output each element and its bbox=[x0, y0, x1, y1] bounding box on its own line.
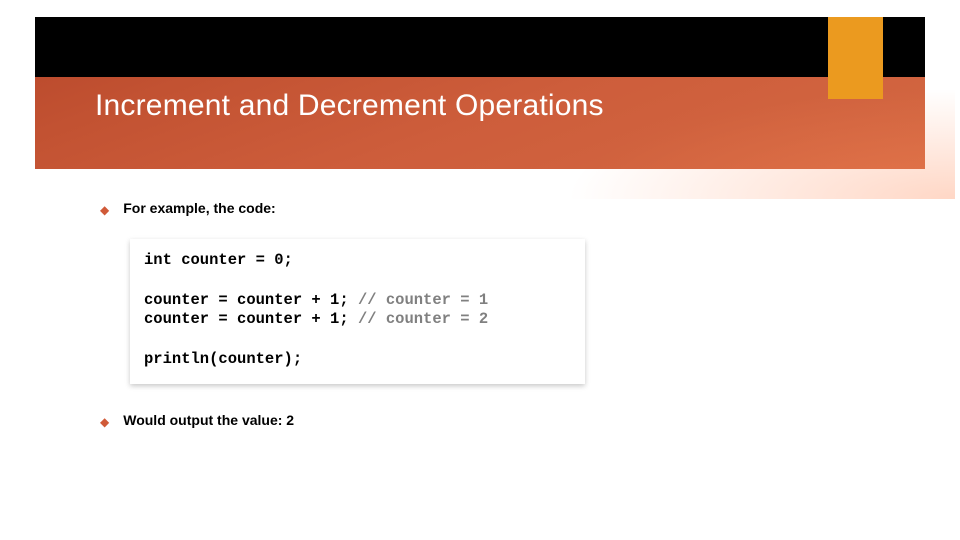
slide-title: Increment and Decrement Operations bbox=[95, 89, 604, 123]
code-text: counter = 0; bbox=[172, 251, 293, 269]
diamond-bullet-icon: ◆ bbox=[100, 413, 109, 431]
bullet-text: For example, the code: bbox=[123, 200, 275, 216]
code-comment: // counter = 2 bbox=[358, 310, 488, 328]
bullet-item: ◆ Would output the value: 2 bbox=[100, 412, 900, 431]
diamond-bullet-icon: ◆ bbox=[100, 201, 109, 219]
code-comment: // counter = 1 bbox=[358, 291, 488, 309]
code-keyword: int bbox=[144, 251, 172, 269]
code-text: counter = counter + 1; bbox=[144, 310, 358, 328]
code-text: counter = counter + 1; bbox=[144, 291, 358, 309]
bullet-item: ◆ For example, the code: bbox=[100, 200, 900, 219]
accent-tab bbox=[828, 17, 883, 99]
bullet-text: Would output the value: 2 bbox=[123, 412, 294, 428]
title-band-top-stripe bbox=[35, 17, 925, 77]
title-band: Increment and Decrement Operations bbox=[35, 17, 925, 169]
slide-body: ◆ For example, the code: int counter = 0… bbox=[100, 200, 900, 451]
code-text: println(counter); bbox=[144, 350, 302, 368]
code-block: int counter = 0; counter = counter + 1; … bbox=[130, 239, 585, 384]
